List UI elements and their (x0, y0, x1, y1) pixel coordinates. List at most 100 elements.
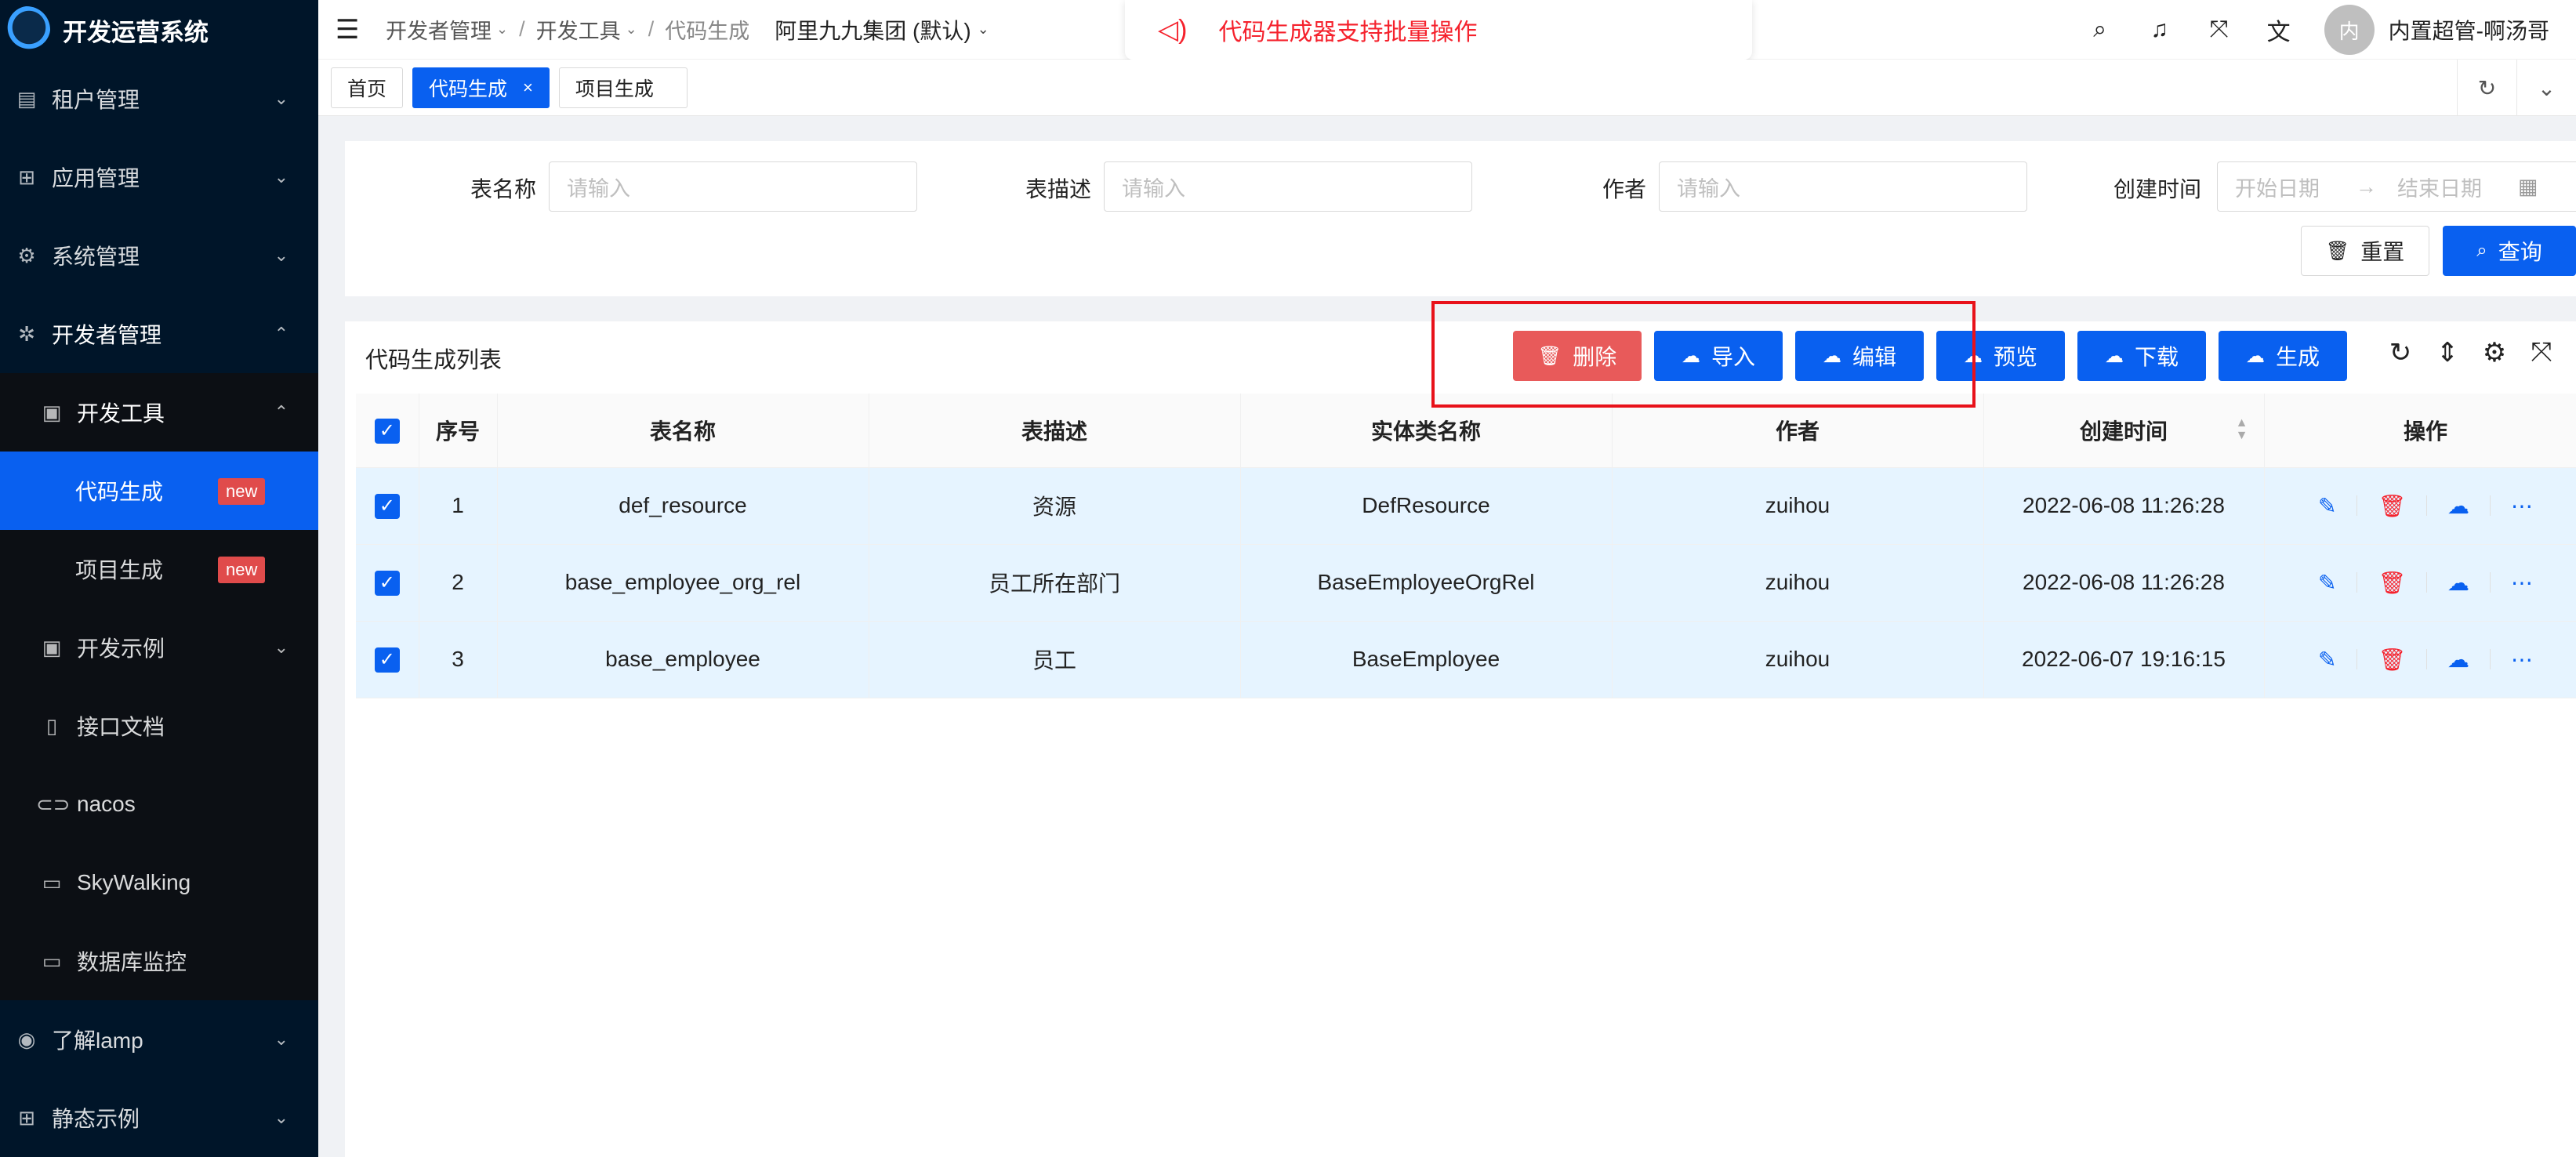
sort-icon[interactable]: ▲ ▼ (2236, 417, 2248, 442)
reset-button[interactable]: 🗑︎ 重置 (2301, 226, 2429, 276)
edit-icon[interactable]: ✎ (2318, 570, 2336, 596)
column-header: 操作 (2264, 394, 2576, 468)
query-button[interactable]: ⌕ 查询 (2443, 226, 2576, 276)
sidebar-item-apps[interactable]: ⊞ 应用管理 ⌄ (0, 138, 318, 216)
cell-actions: ✎ 🗑︎ ☁ ⋯ (2264, 544, 2576, 622)
tabs-tools: ↻ ⌄ (2457, 60, 2576, 116)
trash-icon[interactable]: 🗑︎ (2378, 647, 2406, 673)
tab-projectgen[interactable]: 项目生成 (558, 67, 688, 108)
table-name-input[interactable]: 请输入 (549, 161, 917, 212)
cell-author: zuihou (1612, 467, 1984, 545)
checkbox-checked-icon[interactable]: ✓ (374, 418, 400, 444)
logo-icon (3, 6, 50, 53)
menu-fold-icon[interactable]: ☰ (336, 14, 364, 45)
checkbox-checked-icon[interactable]: ✓ (374, 494, 400, 519)
date-range-picker[interactable]: 开始日期 → 结束日期 ▦ (2217, 161, 2576, 212)
cell-no: 2 (419, 544, 498, 622)
column-header: 序号 (419, 394, 498, 468)
column-header-sortable[interactable]: 创建时间 ▲ ▼ (1983, 394, 2265, 468)
speaker-icon: ◁) (1158, 15, 1188, 45)
column-height-icon[interactable]: ⇕ (2424, 337, 2471, 368)
generate-button[interactable]: ☁ 生成 (2219, 331, 2347, 381)
sidebar-item-about-lamp[interactable]: ◉ 了解lamp ⌄ (0, 1000, 318, 1079)
row-select-cell[interactable]: ✓ (356, 621, 419, 698)
date-start: 开始日期 (2235, 176, 2320, 201)
sidebar-item-tenant[interactable]: ▤ 租户管理 ⌄ (0, 60, 318, 138)
checkbox-checked-icon[interactable]: ✓ (374, 647, 400, 673)
sidebar-item-dbmonitor[interactable]: ▭ 数据库监控 (0, 922, 318, 1000)
breadcrumb-item[interactable]: 开发者管理 (386, 14, 492, 45)
cloud-upload-icon[interactable]: ☁ (2447, 493, 2469, 519)
more-icon[interactable]: ⋯ (2511, 493, 2533, 519)
sidebar-item-developer[interactable]: ✲ 开发者管理 ⌃ (0, 295, 318, 373)
gear-icon[interactable]: ⚙ (2471, 337, 2518, 368)
close-icon[interactable]: × (523, 78, 533, 98)
cloud-upload-icon: ☁ (2104, 345, 2124, 367)
sidebar-item-projectgen[interactable]: 项目生成 new (0, 530, 318, 608)
breadcrumb-separator: / (519, 17, 525, 41)
sidebar-item-codegen[interactable]: 代码生成 new (0, 452, 318, 530)
sidebar-item-devtools[interactable]: ▣ 开发工具 ⌃ (0, 373, 318, 452)
table-desc-input[interactable]: 请输入 (1104, 161, 1472, 212)
fullscreen-icon[interactable]: ⤧ (2518, 337, 2565, 368)
sidebar-item-apidocs[interactable]: ▯ 接口文档 (0, 687, 318, 765)
table-row: ✓ 2 base_employee_org_rel 员工所在部门 BaseEmp… (356, 544, 2576, 622)
search-icon[interactable]: ⌕ (2070, 16, 2130, 43)
terminal-icon: ▣ (42, 635, 62, 659)
trash-icon[interactable]: 🗑︎ (2378, 570, 2406, 596)
sidebar-item-static-examples[interactable]: ⊞ 静态示例 ⌄ (0, 1079, 318, 1157)
translate-icon[interactable]: 文 (2249, 13, 2309, 47)
search-label-table-name: 表名称 (470, 177, 537, 201)
sidebar-item-examples[interactable]: ▣ 开发示例 ⌄ (0, 608, 318, 687)
sidebar-item-label: 了解lamp (52, 1028, 143, 1053)
notice-text: 代码生成器支持批量操作 (1218, 20, 1478, 45)
highlight-box (1431, 301, 1976, 408)
cloud-upload-icon[interactable]: ☁ (2447, 647, 2469, 673)
tenant-selector[interactable]: 阿里九九集团 (默认) ⌄ (775, 14, 989, 45)
username[interactable]: 内置超管-啊汤哥 (2389, 14, 2549, 45)
tab-home[interactable]: 首页 (331, 67, 404, 108)
bell-icon[interactable]: ♫ (2130, 16, 2190, 43)
cell-author: zuihou (1612, 544, 1984, 622)
author-input[interactable]: 请输入 (1659, 161, 2027, 212)
cell-table-name: base_employee (497, 621, 869, 698)
column-header: 表描述 (869, 394, 1241, 468)
sidebar-item-label: SkyWalking (77, 870, 191, 894)
sidebar-item-nacos[interactable]: ⊂⊃ nacos (0, 765, 318, 843)
trash-icon[interactable]: 🗑︎ (2378, 493, 2406, 519)
header-actions: ⌕ ♫ ⤧ 文 内 内置超管-啊汤哥 (2070, 0, 2576, 60)
monitor-icon: ▭ (42, 870, 62, 894)
download-button[interactable]: ☁ 下载 (2077, 331, 2206, 381)
logo[interactable]: 开发运营系统 (0, 0, 318, 60)
edit-icon[interactable]: ✎ (2318, 647, 2336, 673)
cell-create-time: 2022-06-08 11:26:28 (1983, 544, 2265, 622)
select-all-cell[interactable]: ✓ (356, 394, 419, 468)
chevron-down-icon[interactable]: ⌄ (2516, 60, 2576, 116)
sidebar-item-system[interactable]: ⚙ 系统管理 ⌄ (0, 216, 318, 295)
more-icon[interactable]: ⋯ (2511, 570, 2533, 596)
breadcrumb: 开发者管理 ⌄ / 开发工具 ⌄ / 代码生成 (386, 14, 749, 45)
chevron-up-icon: ⌃ (274, 402, 288, 422)
sidebar-item-label: nacos (77, 792, 136, 816)
tab-codegen[interactable]: 代码生成 × (412, 67, 550, 108)
row-select-cell[interactable]: ✓ (356, 467, 419, 545)
cell-author: zuihou (1612, 621, 1984, 698)
sidebar-item-label: 开发工具 (77, 401, 165, 426)
tab-label: 项目生成 (575, 78, 654, 100)
cell-table-desc: 资源 (869, 467, 1241, 545)
fullscreen-icon[interactable]: ⤧ (2190, 16, 2249, 43)
sidebar-item-skywalking[interactable]: ▭ SkyWalking (0, 843, 318, 922)
cloud-upload-icon[interactable]: ☁ (2447, 570, 2469, 596)
more-icon[interactable]: ⋯ (2511, 647, 2533, 673)
refresh-icon[interactable]: ↻ (2457, 60, 2516, 116)
search-label-author: 作者 (1602, 177, 1647, 201)
table-card: 代码生成列表 🗑︎ 删除 ☁ 导入 ☁ 编辑 ☁ 预览 ☁ 下载 ☁ 生成 ↻ … (345, 321, 2576, 1157)
breadcrumb-item[interactable]: 开发工具 (536, 14, 621, 45)
checkbox-checked-icon[interactable]: ✓ (374, 571, 400, 596)
chevron-down-icon: ⌄ (977, 21, 989, 37)
edit-icon[interactable]: ✎ (2318, 493, 2336, 519)
row-select-cell[interactable]: ✓ (356, 544, 419, 622)
chevron-up-icon: ⌃ (274, 324, 288, 343)
avatar[interactable]: 内 (2324, 5, 2375, 55)
refresh-icon[interactable]: ↻ (2377, 337, 2424, 368)
